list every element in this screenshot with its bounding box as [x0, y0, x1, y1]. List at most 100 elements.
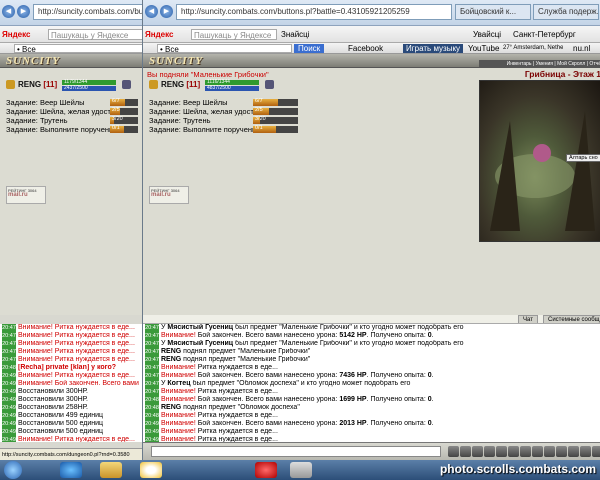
chat-time[interactable]: 20:49: [2, 420, 16, 428]
chat-time[interactable]: 20:48: [2, 364, 16, 372]
chat-time[interactable]: 20:47: [145, 332, 159, 340]
chat-time[interactable]: 20:47: [2, 324, 16, 332]
task-row[interactable]: Задание: Шейла, желая удостов...: [149, 107, 268, 116]
back-icon[interactable]: ◀: [2, 5, 15, 18]
yandex-logo[interactable]: Яндекс: [145, 29, 173, 40]
chat-time[interactable]: 20:47: [2, 356, 16, 364]
chat-time[interactable]: 20:49: [2, 412, 16, 420]
dungeon-scene[interactable]: Алтарь сно: [479, 80, 600, 242]
chat-time[interactable]: 20:49: [2, 396, 16, 404]
opera-icon[interactable]: [255, 462, 277, 478]
chat-time[interactable]: 20:49: [2, 428, 16, 436]
task-row[interactable]: Задание: Шейла, желая удостов...: [6, 107, 125, 116]
search-scope-select[interactable]: • Все: [157, 44, 292, 53]
book-icon[interactable]: [520, 446, 531, 457]
tab-chat[interactable]: Чат: [518, 315, 538, 323]
ie-icon[interactable]: [60, 462, 82, 478]
chat-time[interactable]: 20:47: [2, 348, 16, 356]
task-row[interactable]: Задание: Веер Шейлы: [6, 98, 85, 107]
chat-line: 20:48 [Recha] private [klan] у кого?: [0, 364, 148, 372]
chat-time[interactable]: 20:49: [2, 380, 16, 388]
chat-time[interactable]: 20:49: [2, 404, 16, 412]
bookmark-music[interactable]: Играть музыку: [403, 44, 464, 53]
media-icon[interactable]: [140, 462, 162, 478]
yandex-search-input[interactable]: Пашукаць у Яндексе: [48, 29, 144, 40]
chat-time[interactable]: 20:47: [2, 340, 16, 348]
chat-time[interactable]: 20:49: [2, 372, 16, 380]
tab-system[interactable]: Системные сообщ: [543, 315, 600, 323]
weather-city[interactable]: Санкт-Петербург: [513, 29, 576, 40]
gear-icon[interactable]: [532, 446, 543, 457]
task-row[interactable]: Задание: Выполните поручение ...: [6, 125, 126, 134]
scroll-icon[interactable]: [484, 446, 495, 457]
yandex-logo[interactable]: Яндекс: [2, 29, 30, 40]
info-icon[interactable]: [265, 80, 274, 89]
chat-time[interactable]: 20:47: [145, 388, 159, 396]
chat-text[interactable]: Когтец: [167, 380, 190, 387]
shield-icon[interactable]: [472, 446, 483, 457]
forward-icon[interactable]: ▶: [17, 5, 30, 18]
yandex-search-input[interactable]: Пашукаць у Яндексе: [191, 29, 277, 40]
chat-time[interactable]: 20:47: [145, 324, 159, 332]
bag-icon[interactable]: [544, 446, 555, 457]
chat-time[interactable]: 20:49: [2, 436, 16, 442]
chat-text[interactable]: 7436 HP: [339, 372, 366, 379]
chat-text[interactable]: 5142 HP: [339, 332, 366, 339]
chat-time[interactable]: 20:49: [145, 420, 159, 428]
bookmark-facebook[interactable]: Facebook: [348, 44, 383, 53]
chat-time[interactable]: 20:47: [145, 380, 159, 388]
search-scope-select[interactable]: • Все: [14, 44, 144, 53]
chat-time[interactable]: 20:47: [2, 332, 16, 340]
chat-time[interactable]: 20:47: [145, 356, 159, 364]
bookmark-nunl[interactable]: nu.nl: [573, 44, 590, 53]
login-link[interactable]: Увайсці: [473, 29, 501, 40]
chat-text[interactable]: RENG: [161, 404, 181, 411]
task-row[interactable]: Задание: Веер Шейлы: [149, 98, 228, 107]
smile-icon[interactable]: [448, 446, 459, 457]
url-input[interactable]: http://suncity.combats.com/buttons.pl?ba…: [176, 4, 452, 20]
start-icon[interactable]: [4, 461, 22, 479]
flag-icon[interactable]: [568, 446, 579, 457]
forward-icon[interactable]: ▶: [160, 5, 173, 18]
chat-text[interactable]: RENG: [161, 348, 181, 355]
chat-time[interactable]: 20:47: [145, 348, 159, 356]
tab-combats[interactable]: Бойцовский к...: [455, 4, 531, 20]
chat-text[interactable]: Мясистый Гусениц: [167, 340, 233, 347]
folder-icon[interactable]: [100, 462, 122, 478]
url-input[interactable]: http://suncity.combats.com/buttons.p: [33, 4, 145, 20]
yandex-search-button[interactable]: Знайсці: [281, 29, 310, 40]
player-name[interactable]: RENG [11]: [18, 80, 57, 89]
chat-text[interactable]: Мясистый Гусениц: [167, 324, 233, 331]
bookmark-weather[interactable]: 27° Amsterdam, Nether...: [503, 44, 563, 53]
map-icon[interactable]: [508, 446, 519, 457]
chat-text[interactable]: 1699 HP: [339, 396, 366, 403]
task-row[interactable]: Задание: Выполните поручение ...: [149, 125, 269, 134]
search-submit-button[interactable]: Поиск: [294, 44, 325, 53]
tab-support[interactable]: Служба подерж...: [533, 4, 599, 20]
people-icon[interactable]: [496, 446, 507, 457]
info-icon[interactable]: [122, 80, 131, 89]
chat-time[interactable]: 20:47: [145, 364, 159, 372]
chat-time[interactable]: 20:48: [145, 412, 159, 420]
chat-icon[interactable]: [580, 446, 591, 457]
chat-time[interactable]: 20:47: [145, 340, 159, 348]
chat-text[interactable]: RENG: [161, 356, 181, 363]
creature-icon[interactable]: [533, 144, 551, 162]
task-row[interactable]: Задание: Трутень: [6, 116, 68, 125]
chat-time[interactable]: 20:47: [145, 372, 159, 380]
chat-text[interactable]: 2013 HP: [339, 420, 366, 427]
task-row[interactable]: Задание: Трутень: [149, 116, 211, 125]
chat-time[interactable]: 20:48: [145, 396, 159, 404]
clock-icon[interactable]: [556, 446, 567, 457]
chat-time[interactable]: 20:49: [145, 428, 159, 436]
sword-icon[interactable]: [460, 446, 471, 457]
back-icon[interactable]: ◀: [145, 5, 158, 18]
chat-time[interactable]: 20:48: [145, 404, 159, 412]
player-name[interactable]: RENG [11]: [161, 80, 200, 89]
scene-tabs[interactable]: Инвентарь | Умения | Мой Скролл | Отчё: [479, 60, 600, 68]
chat-time[interactable]: 20:49: [2, 388, 16, 396]
exit-icon[interactable]: [592, 446, 600, 457]
chat-input[interactable]: [151, 446, 441, 457]
bookmark-youtube[interactable]: YouTube: [468, 44, 499, 53]
app-icon[interactable]: [290, 462, 312, 478]
